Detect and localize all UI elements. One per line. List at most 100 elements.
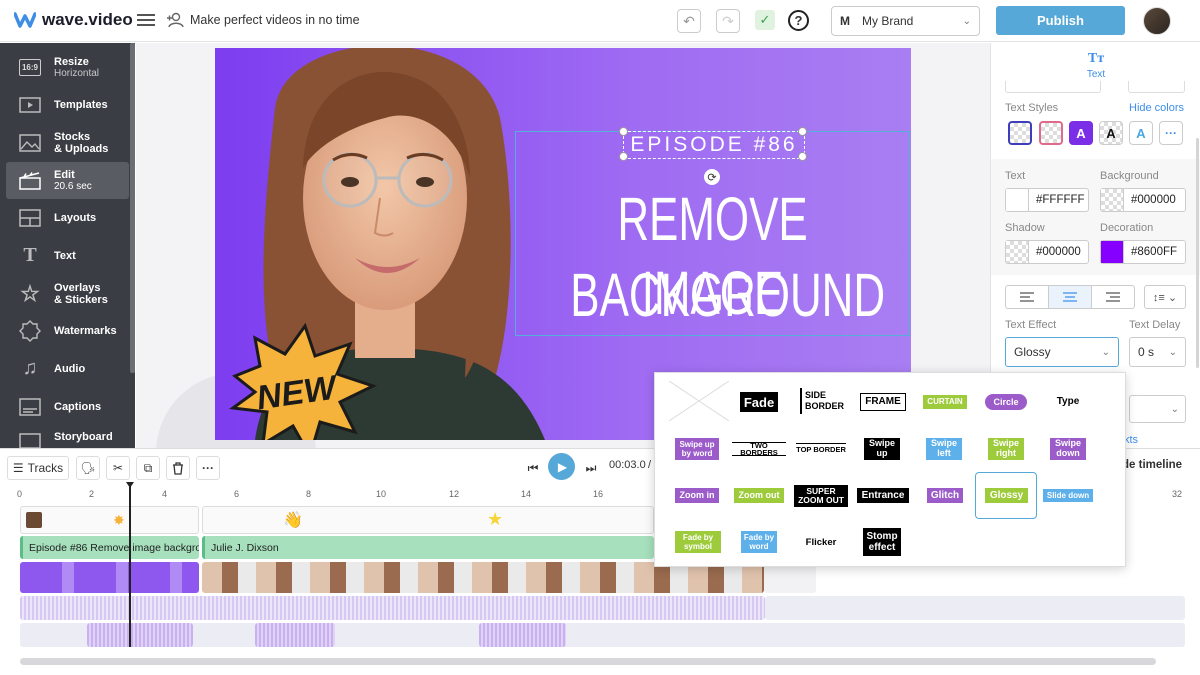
text-delay-select[interactable]: 0 s ⌄: [1129, 337, 1186, 367]
text-clip[interactable]: Julie J. Dixson: [202, 536, 654, 559]
sidebar-item-layouts[interactable]: Layouts: [6, 199, 129, 236]
effect-option[interactable]: Zoom out: [734, 488, 784, 503]
sidebar-item-storyboard[interactable]: Storyboard: [6, 425, 129, 448]
effect-option[interactable]: FRAME: [860, 393, 906, 411]
trash-icon[interactable]: [166, 456, 190, 480]
effect-option[interactable]: Swipe down: [1050, 438, 1086, 460]
effect-option[interactable]: TOP BORDER: [796, 443, 846, 455]
resize-handle[interactable]: [619, 127, 628, 136]
play-button[interactable]: ▶: [548, 453, 575, 480]
text-clip[interactable]: Episode #86 Remove image backgroun: [20, 536, 199, 559]
brand-select[interactable]: M My Brand ⌄: [831, 6, 980, 36]
timeline-scrollbar[interactable]: [20, 658, 1156, 665]
new-sticker[interactable]: NEW: [215, 316, 385, 440]
episode-text[interactable]: EPISODE #86: [623, 131, 805, 159]
align-center-icon[interactable]: [1049, 286, 1092, 308]
effect-option[interactable]: Swipe up by word: [675, 438, 719, 460]
more-styles-button[interactable]: ···: [1159, 121, 1183, 145]
more-icon[interactable]: ···: [196, 456, 220, 480]
effect-option-selected[interactable]: Glossy: [985, 488, 1028, 503]
effect-option[interactable]: Zoom in: [675, 488, 719, 503]
effect-option[interactable]: Swipe left: [926, 438, 962, 460]
effect-option[interactable]: Entrance: [857, 488, 909, 503]
effect-option[interactable]: SIDE BORDER: [800, 388, 844, 414]
style-swatch-transparent[interactable]: [1008, 121, 1032, 145]
app-logo[interactable]: wave.video: [14, 10, 133, 30]
publish-button[interactable]: Publish: [996, 6, 1125, 35]
sound-clip[interactable]: [87, 623, 193, 647]
headline-line-2[interactable]: BACKGROUND: [570, 258, 885, 332]
effect-option[interactable]: Swipe right: [988, 438, 1024, 460]
clapperboard-icon: [16, 169, 44, 193]
video-clip[interactable]: [20, 562, 199, 593]
shadow-color-field[interactable]: #000000: [1005, 240, 1089, 264]
tracks-button[interactable]: ☰ Tracks: [7, 456, 69, 480]
text-effect-select[interactable]: Glossy ⌄: [1005, 337, 1119, 367]
playhead[interactable]: [129, 484, 131, 647]
skip-back-icon[interactable]: ⏮: [525, 456, 541, 480]
effect-option[interactable]: SUPER ZOOM OUT: [794, 485, 848, 507]
style-swatch-blue[interactable]: A: [1129, 121, 1153, 145]
skip-forward-icon[interactable]: ⏭: [583, 456, 599, 480]
effect-option[interactable]: Stomp effect: [863, 528, 901, 556]
no-effect-option[interactable]: [669, 381, 729, 421]
text-color-field[interactable]: #FFFFFF: [1005, 188, 1089, 212]
sidebar-item-text[interactable]: T Text: [6, 237, 129, 274]
sidebar-item-resize[interactable]: 16:9 Resize Horizontal: [6, 49, 129, 86]
undo-button[interactable]: ↶: [677, 9, 701, 33]
avatar[interactable]: [1143, 7, 1171, 35]
align-right-icon[interactable]: [1092, 286, 1134, 308]
effect-option[interactable]: Glitch: [927, 488, 963, 503]
sticker-clip[interactable]: ✸: [20, 506, 199, 534]
audio-clip[interactable]: [20, 596, 765, 620]
resize-handle[interactable]: [798, 152, 807, 161]
hide-colors-link[interactable]: Hide colors: [1129, 102, 1184, 114]
sound-clip[interactable]: [255, 623, 335, 647]
hide-timeline-button[interactable]: de timeline: [1122, 459, 1182, 471]
tab-text[interactable]: Tт Text: [1071, 51, 1121, 80]
effect-option[interactable]: Circle: [985, 394, 1027, 410]
menu-icon[interactable]: [137, 11, 157, 31]
effects-link[interactable]: kts: [1124, 434, 1138, 446]
effect-option[interactable]: Swipe up: [864, 438, 900, 460]
help-button[interactable]: ?: [788, 10, 809, 31]
sound-clip[interactable]: [479, 623, 566, 647]
line-height-icon[interactable]: ↕≡ ⌄: [1144, 285, 1186, 309]
effect-option[interactable]: CURTAIN: [923, 395, 967, 409]
style-swatch-black[interactable]: A: [1099, 121, 1123, 145]
effect-option[interactable]: Flicker: [803, 537, 839, 549]
sidebar-item-templates[interactable]: Templates: [6, 86, 129, 123]
effect-option[interactable]: Type: [1051, 395, 1085, 409]
sidebar-item-edit[interactable]: Edit 20.6 sec: [6, 162, 129, 199]
sidebar-scrollbar[interactable]: [130, 43, 135, 373]
background-color-field[interactable]: #000000: [1100, 188, 1186, 212]
duplicate-icon[interactable]: ⧉: [136, 456, 160, 480]
effect-option[interactable]: Slide down: [1043, 489, 1093, 502]
effect-option[interactable]: TWO BORDERS: [732, 441, 786, 456]
animation-select[interactable]: ⌄: [1129, 395, 1186, 423]
sidebar-item-stocks[interactable]: Stocks & Uploads: [6, 124, 129, 161]
voice-icon[interactable]: 🗣: [76, 456, 100, 480]
style-swatch-purple[interactable]: A: [1069, 121, 1093, 145]
saved-check-icon: ✓: [755, 10, 775, 30]
sidebar-item-watermarks[interactable]: Watermarks: [6, 312, 129, 349]
scissors-icon[interactable]: ✂: [106, 456, 130, 480]
sidebar-item-audio[interactable]: ♫ Audio: [6, 350, 129, 387]
sidebar-item-captions[interactable]: Captions: [6, 388, 129, 425]
playhead-handle[interactable]: [126, 482, 134, 488]
font-field[interactable]: [1005, 81, 1101, 93]
decoration-color-field[interactable]: #8600FF: [1100, 240, 1186, 264]
resize-handle[interactable]: [798, 127, 807, 136]
size-field[interactable]: [1128, 81, 1185, 93]
effect-option[interactable]: Fade by symbol: [675, 531, 721, 553]
sticker-clip[interactable]: 👋 ★: [202, 506, 654, 534]
add-user-icon[interactable]: [166, 12, 184, 28]
align-left-icon[interactable]: [1006, 286, 1049, 308]
redo-button[interactable]: ↷: [716, 9, 740, 33]
effect-option[interactable]: Fade: [740, 392, 778, 412]
resize-handle[interactable]: [619, 152, 628, 161]
effect-option[interactable]: Fade by word: [741, 531, 777, 553]
sidebar-item-overlays[interactable]: ☆ Overlays & Stickers: [6, 275, 129, 312]
panel-scrollbar[interactable]: [1196, 138, 1199, 368]
style-swatch-pink[interactable]: [1039, 121, 1063, 145]
